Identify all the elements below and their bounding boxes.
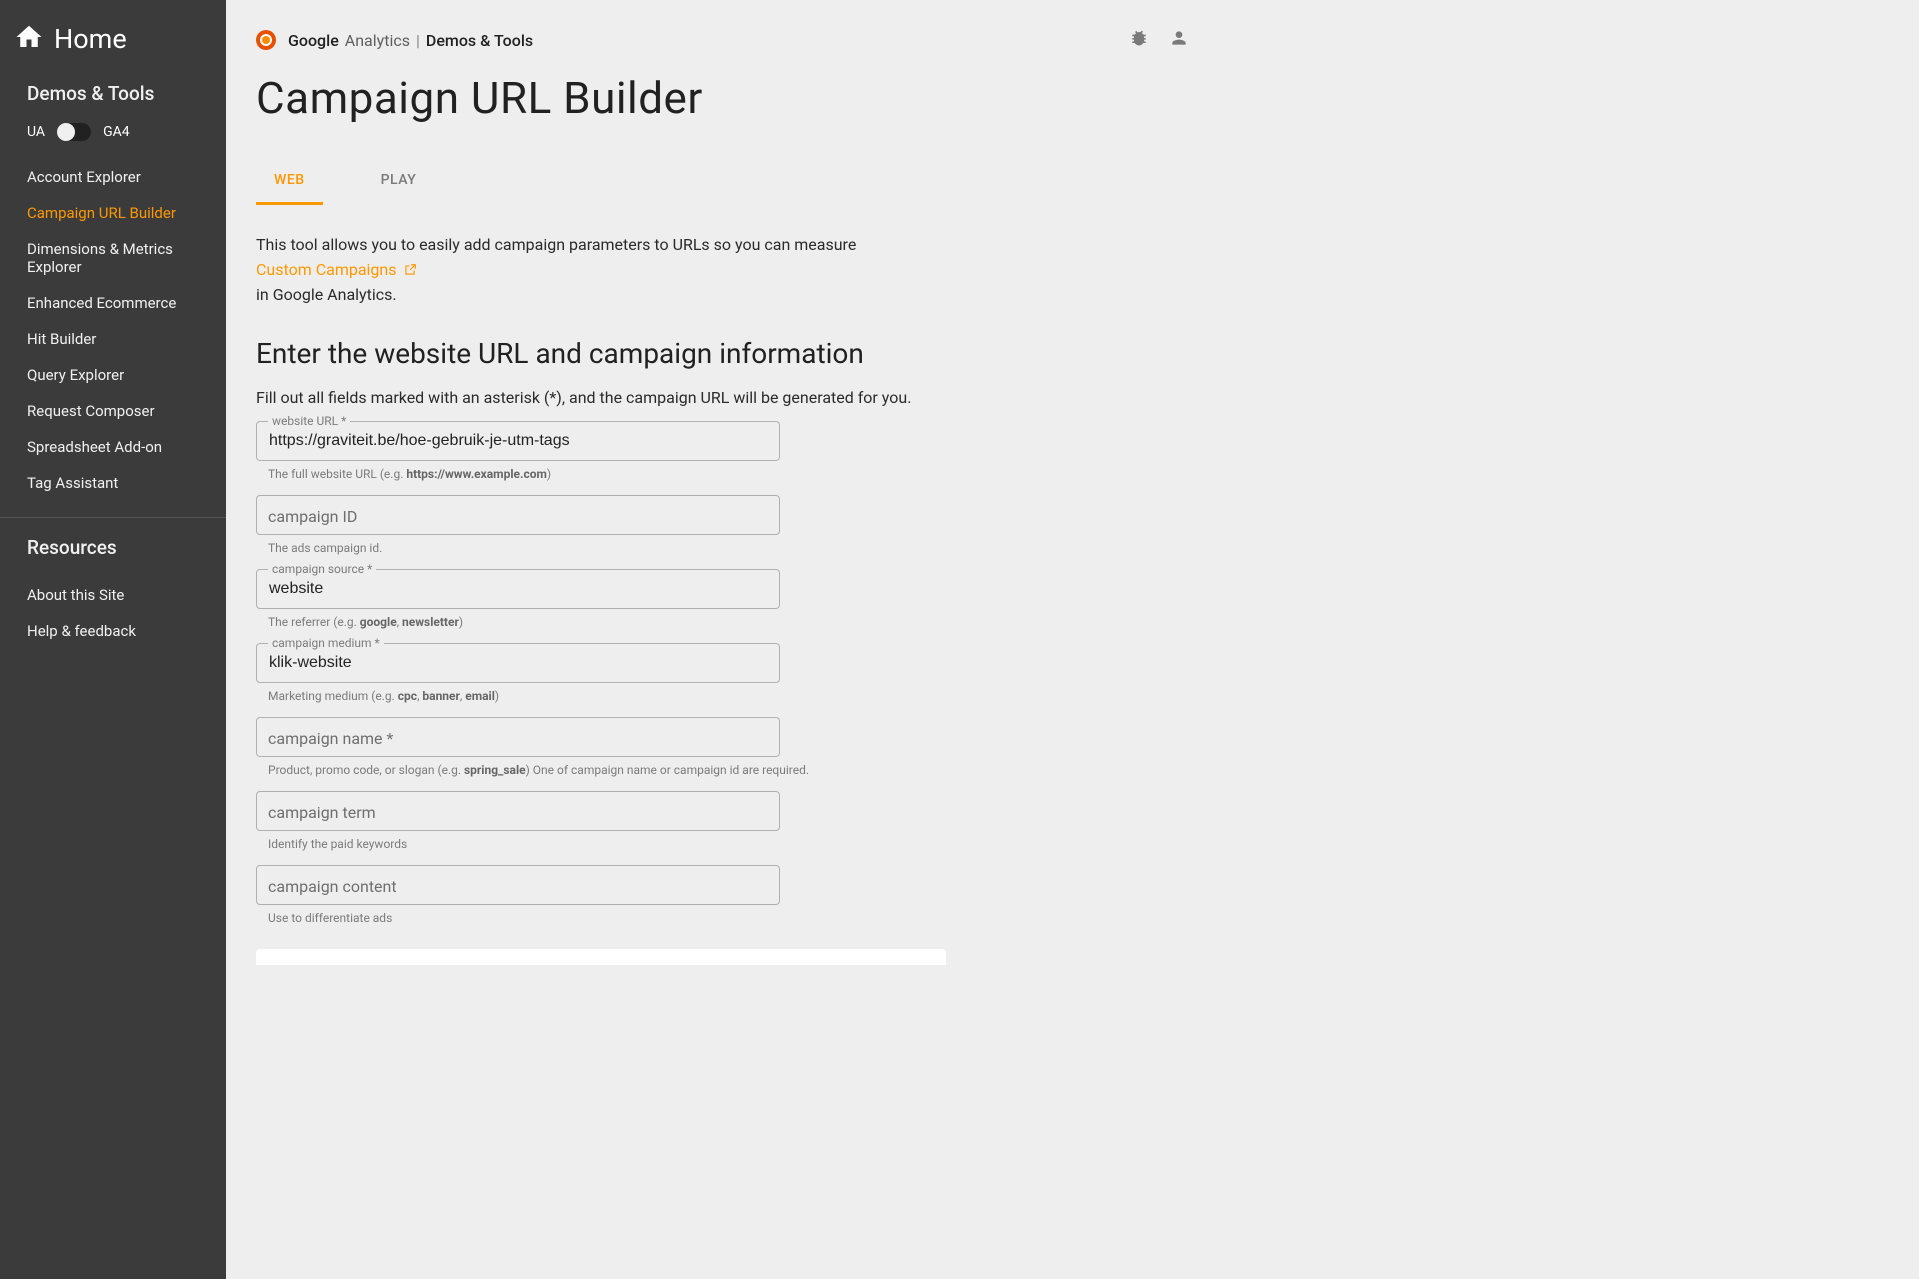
brand-demos: Demos & Tools bbox=[426, 31, 533, 50]
sidebar-item-request-composer[interactable]: Request Composer bbox=[0, 393, 226, 429]
sidebar-item-help-feedback[interactable]: Help & feedback bbox=[0, 613, 226, 649]
header-icons bbox=[1129, 28, 1889, 52]
website-url-hint: The full website URL (e.g. https://www.e… bbox=[268, 467, 1176, 481]
sidebar-item-hit-builder[interactable]: Hit Builder bbox=[0, 321, 226, 357]
sidebar: Home Demos & Tools UA GA4 Account Explor… bbox=[0, 0, 226, 1279]
person-icon[interactable] bbox=[1169, 28, 1189, 52]
open-in-new-icon bbox=[403, 263, 417, 277]
toggle-label-ga4: GA4 bbox=[103, 124, 130, 140]
intro-line-1: This tool allows you to easily add campa… bbox=[256, 233, 1176, 258]
field-group-campaign-id: campaign ID The ads campaign id. bbox=[256, 495, 1176, 555]
sidebar-section-resources-title: Resources bbox=[0, 536, 226, 559]
campaign-content-input[interactable] bbox=[256, 865, 780, 905]
sidebar-home-link[interactable]: Home bbox=[0, 0, 226, 82]
main-content: Google Analytics | Demos & Tools Campaig… bbox=[226, 0, 1919, 1279]
brand-sep: | bbox=[416, 31, 420, 50]
bug-icon[interactable] bbox=[1129, 28, 1149, 52]
campaign-source-label: campaign source * bbox=[268, 562, 376, 576]
field-group-campaign-medium: campaign medium * Marketing medium (e.g.… bbox=[256, 643, 1176, 703]
tabs-row: WEB PLAY bbox=[256, 166, 1176, 205]
intro-line-2: in Google Analytics. bbox=[256, 283, 1176, 308]
field-group-campaign-term: campaign term Identify the paid keywords bbox=[256, 791, 1176, 851]
sidebar-nav-list: Account Explorer Campaign URL Builder Di… bbox=[0, 159, 226, 501]
campaign-medium-label: campaign medium * bbox=[268, 636, 384, 650]
toggle-label-ua: UA bbox=[27, 124, 45, 140]
form-help-text: Fill out all fields marked with an aster… bbox=[256, 388, 1176, 407]
form-subheading: Enter the website URL and campaign infor… bbox=[256, 337, 1176, 370]
sidebar-item-about-this-site[interactable]: About this Site bbox=[0, 577, 226, 613]
brand-analytics: Analytics bbox=[345, 31, 410, 50]
field-group-campaign-source: campaign source * The referrer (e.g. goo… bbox=[256, 569, 1176, 629]
generated-url-output-box bbox=[256, 949, 946, 965]
campaign-term-input[interactable] bbox=[256, 791, 780, 831]
sidebar-item-query-explorer[interactable]: Query Explorer bbox=[0, 357, 226, 393]
home-icon bbox=[14, 22, 44, 56]
page-title: Campaign URL Builder bbox=[256, 72, 1176, 124]
toggle-knob bbox=[57, 123, 75, 141]
sidebar-resources-list: About this Site Help & feedback bbox=[0, 577, 226, 649]
brand-block: Google Analytics | Demos & Tools bbox=[256, 30, 1129, 50]
sidebar-item-dimensions-metrics-explorer[interactable]: Dimensions & Metrics Explorer bbox=[0, 231, 226, 285]
custom-campaigns-link-label: Custom Campaigns bbox=[256, 258, 397, 283]
brand-text: Google Analytics | Demos & Tools bbox=[288, 31, 533, 50]
custom-campaigns-link[interactable]: Custom Campaigns bbox=[256, 258, 417, 283]
ua-ga4-toggle-row: UA GA4 bbox=[0, 123, 226, 159]
tab-play[interactable]: PLAY bbox=[363, 166, 435, 205]
website-url-label: website URL * bbox=[268, 414, 350, 428]
ua-ga4-toggle[interactable] bbox=[57, 123, 91, 141]
field-group-campaign-name: campaign name * Product, promo code, or … bbox=[256, 717, 1176, 777]
sidebar-item-enhanced-ecommerce[interactable]: Enhanced Ecommerce bbox=[0, 285, 226, 321]
campaign-id-hint: The ads campaign id. bbox=[268, 541, 1176, 555]
sidebar-divider bbox=[0, 517, 226, 518]
sidebar-section-demos-title: Demos & Tools bbox=[0, 82, 226, 105]
brand-google: Google bbox=[288, 31, 339, 50]
campaign-id-input[interactable] bbox=[256, 495, 780, 535]
field-group-website-url: website URL * The full website URL (e.g.… bbox=[256, 421, 1176, 481]
content-container: Campaign URL Builder WEB PLAY This tool … bbox=[226, 72, 1206, 965]
sidebar-item-tag-assistant[interactable]: Tag Assistant bbox=[0, 465, 226, 501]
page-header: Google Analytics | Demos & Tools bbox=[226, 0, 1919, 52]
campaign-content-hint: Use to differentiate ads bbox=[268, 911, 1176, 925]
campaign-name-hint: Product, promo code, or slogan (e.g. spr… bbox=[268, 763, 1176, 777]
field-group-campaign-content: campaign content Use to differentiate ad… bbox=[256, 865, 1176, 925]
campaign-source-hint: The referrer (e.g. google, newsletter) bbox=[268, 615, 1176, 629]
sidebar-item-campaign-url-builder[interactable]: Campaign URL Builder bbox=[0, 195, 226, 231]
brand-logo-icon bbox=[256, 30, 276, 50]
home-label: Home bbox=[54, 23, 127, 55]
sidebar-item-spreadsheet-addon[interactable]: Spreadsheet Add-on bbox=[0, 429, 226, 465]
campaign-name-input[interactable] bbox=[256, 717, 780, 757]
campaign-medium-hint: Marketing medium (e.g. cpc, banner, emai… bbox=[268, 689, 1176, 703]
sidebar-item-account-explorer[interactable]: Account Explorer bbox=[0, 159, 226, 195]
campaign-term-hint: Identify the paid keywords bbox=[268, 837, 1176, 851]
tab-web[interactable]: WEB bbox=[256, 166, 323, 205]
intro-paragraph: This tool allows you to easily add campa… bbox=[256, 233, 1176, 307]
